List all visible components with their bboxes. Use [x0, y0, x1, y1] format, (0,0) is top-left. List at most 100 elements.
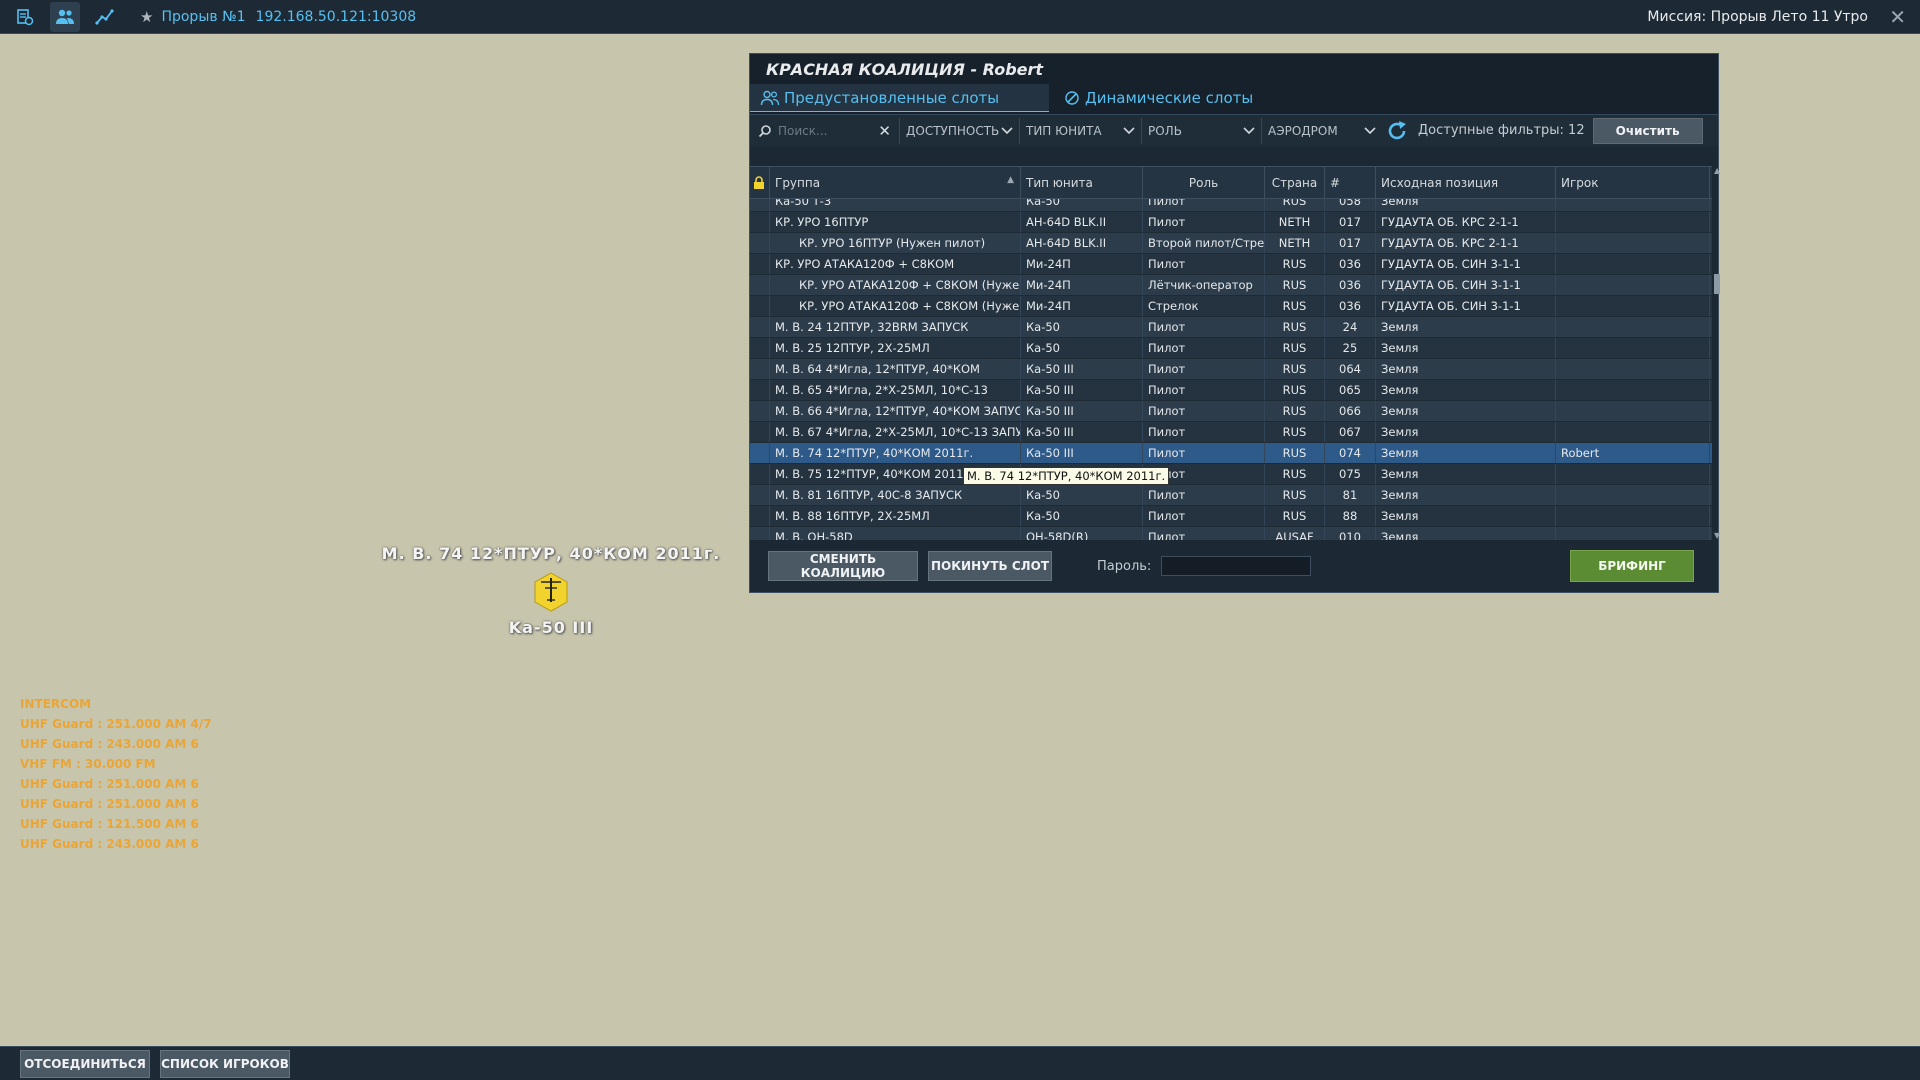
change-coalition-button[interactable]: СМЕНИТЬ КОАЛИЦИЮ: [768, 551, 918, 581]
search-box: ✕: [754, 117, 900, 144]
cell-unit-type: Ка-50 III: [1021, 443, 1143, 463]
cell-unit-type: Ка-50: [1021, 199, 1143, 211]
table-row[interactable]: М. В. 81 16ПТУР, 40С-8 ЗАПУСК Ка-50 Пилот R…: [750, 485, 1712, 506]
cell-role: Пилот: [1143, 527, 1265, 540]
table-scrollbar[interactable]: ▲ ▼: [1714, 166, 1720, 540]
filter-bar: ✕ ДОСТУПНОСТЬ ТИП ЮНИТА РОЛЬ АЭРОДРОМ До…: [750, 114, 1718, 146]
lock-cell: [750, 359, 770, 379]
table-row[interactable]: М. В. 74 12*ПТУР, 40*КОМ 2011г. Ка-50 III…: [750, 443, 1712, 464]
map-unit-type-label: Ka-50 III: [508, 618, 594, 637]
briefing-button[interactable]: БРИФИНГ: [1570, 550, 1694, 582]
cell-group: Ка-50 Т-3: [770, 199, 1021, 211]
cell-country: RUS: [1265, 199, 1325, 211]
cell-player: [1556, 233, 1710, 253]
slot-tabs: Предустановленные слоты Динамические сло…: [750, 84, 1718, 114]
disconnect-button[interactable]: ОТСОЕДИНИТЬСЯ: [20, 1049, 150, 1078]
column-header-unit-type[interactable]: Тип юнита: [1021, 167, 1143, 199]
search-input[interactable]: [778, 123, 878, 138]
table-row[interactable]: М. В. 65 4*Игла, 2*Х-25МЛ, 10*С-13 Ка-50 …: [750, 380, 1712, 401]
graph-icon[interactable]: [90, 2, 120, 32]
filter-unit-type-dropdown[interactable]: ТИП ЮНИТА: [1020, 117, 1142, 144]
cell-start-position: Земля: [1376, 359, 1556, 379]
table-row[interactable]: Ка-50 Т-3 Ка-50 Пилот RUS 058 Земля: [750, 199, 1712, 212]
cell-country: RUS: [1265, 485, 1325, 505]
filter-airfield-dropdown[interactable]: АЭРОДРОМ: [1262, 118, 1382, 144]
cell-start-position: ГУДАУТА ОБ. КРС 2-1-1: [1376, 212, 1556, 232]
table-row[interactable]: М. В. 67 4*Игла, 2*Х-25МЛ, 10*С-13 ЗАПУС…: [750, 422, 1712, 443]
refresh-icon[interactable]: [1382, 120, 1412, 142]
cell-group: М. В. 65 4*Игла, 2*Х-25МЛ, 10*С-13: [770, 380, 1021, 400]
lock-cell: [750, 317, 770, 337]
leave-slot-button[interactable]: ПОКИНУТЬ СЛОТ: [928, 551, 1052, 581]
column-header-role[interactable]: Роль: [1143, 167, 1265, 199]
table-row[interactable]: КР. УРО АТАКА120Ф + С8КОМ (Нужен пилот)М…: [750, 296, 1712, 317]
lock-cell: [750, 275, 770, 295]
players-icon[interactable]: [50, 1, 80, 32]
clear-search-icon[interactable]: ✕: [878, 122, 891, 140]
helicopter-marker-icon[interactable]: [533, 572, 569, 616]
slot-selection-panel: КРАСНАЯ КОАЛИЦИЯ - Robert Предустановлен…: [749, 53, 1720, 593]
lock-cell: [750, 485, 770, 505]
column-header-start-position[interactable]: Исходная позиция: [1376, 167, 1556, 199]
cell-unit-type: Ка-50 III: [1021, 359, 1143, 379]
cell-number: 066: [1325, 401, 1376, 421]
tab-label: Динамические слоты: [1085, 89, 1254, 107]
close-icon[interactable]: ✕: [1889, 5, 1906, 29]
cell-player: [1556, 338, 1710, 358]
filter-availability-dropdown[interactable]: ДОСТУПНОСТЬ: [900, 117, 1020, 144]
filter-role-dropdown[interactable]: РОЛЬ: [1142, 117, 1262, 144]
password-input[interactable]: [1161, 556, 1312, 576]
cell-start-position: ГУДАУТА ОБ. СИН 3-1-1: [1376, 275, 1556, 295]
scroll-down-icon[interactable]: ▼: [1714, 531, 1720, 540]
lock-column-header[interactable]: [750, 167, 770, 199]
tab-preset-slots[interactable]: Предустановленные слоты: [750, 84, 1049, 112]
cell-start-position: Земля: [1376, 527, 1556, 540]
column-header-group[interactable]: Группа ▲: [770, 167, 1021, 199]
chevron-down-icon: [1123, 126, 1135, 134]
table-row[interactable]: КР. УРО 16ПТУР AH-64D BLK.II Пилот NETH 017 Г…: [750, 212, 1712, 233]
cell-number: 065: [1325, 380, 1376, 400]
player-list-button[interactable]: СПИСОК ИГРОКОВ: [160, 1049, 290, 1078]
cell-player: [1556, 254, 1710, 274]
scroll-up-icon[interactable]: ▲: [1714, 166, 1720, 175]
table-row[interactable]: КР. УРО АТАКА120Ф + С8КОМ (Нужен пилот)М…: [750, 275, 1712, 296]
tab-dynamic-slots[interactable]: Динамические слоты: [1049, 84, 1349, 112]
table-row[interactable]: М. В. 24 12ПТУР, 32BRM ЗАПУСК Ка-50 Пилот R…: [750, 317, 1712, 338]
cell-start-position: Земля: [1376, 199, 1556, 211]
table-row[interactable]: М. В. 64 4*Игла, 12*ПТУР, 40*КОМ Ка-50 II…: [750, 359, 1712, 380]
cell-role: Пилот: [1143, 485, 1265, 505]
column-header-number[interactable]: #: [1325, 167, 1376, 199]
lock-cell: [750, 464, 770, 484]
radio-line: VHF FM : 30.000 FM: [20, 757, 156, 771]
clear-filters-button[interactable]: Очистить: [1592, 117, 1703, 144]
tab-label: Предустановленные слоты: [784, 88, 1000, 107]
dynamic-slot-icon: [1065, 91, 1079, 105]
lock-cell: [750, 506, 770, 526]
cell-group: КР. УРО АТАКА120Ф + С8КОМ: [770, 254, 1021, 274]
lock-cell: [750, 422, 770, 442]
column-header-country[interactable]: Страна: [1265, 167, 1325, 199]
cell-country: RUS: [1265, 464, 1325, 484]
table-row[interactable]: КР. УРО АТАКА120Ф + С8КОМ Ми-24П Пилот RUS 0…: [750, 254, 1712, 275]
table-row[interactable]: М. В. ОН-58D OH-58D(R) Пилот AUSAF 010 Земля: [750, 527, 1712, 540]
cell-unit-type: Ка-50: [1021, 506, 1143, 526]
table-row[interactable]: КР. УРО 16ПТУР (Нужен пилот) AH-64D BLK.I…: [750, 233, 1712, 254]
cell-start-position: ГУДАУТА ОБ. КРС 2-1-1: [1376, 233, 1556, 253]
server-settings-icon[interactable]: [10, 2, 40, 32]
dropdown-label: ДОСТУПНОСТЬ: [906, 123, 1000, 138]
favorite-star-icon[interactable]: ★: [140, 8, 153, 26]
table-row[interactable]: М. В. 75 12*ПТУР, 40*КОМ 2011г.Ка-50 III…: [750, 464, 1712, 485]
server-ip: 192.168.50.121:10308: [255, 8, 417, 25]
table-row[interactable]: М. В. 66 4*Игла, 12*ПТУР, 40*КОМ ЗАПУСК К…: [750, 401, 1712, 422]
table-row[interactable]: М. В. 88 16ПТУР, 2Х-25МЛ Ка-50 Пилот RUS 88 З…: [750, 506, 1712, 527]
column-header-player[interactable]: Игрок: [1556, 167, 1710, 199]
dropdown-label: АЭРОДРОМ: [1268, 123, 1338, 138]
cell-role: Пилот: [1143, 359, 1265, 379]
cell-country: AUSAF: [1265, 527, 1325, 540]
cell-player: [1556, 275, 1710, 295]
cell-start-position: ГУДАУТА ОБ. СИН 3-1-1: [1376, 254, 1556, 274]
cell-country: RUS: [1265, 338, 1325, 358]
scroll-thumb[interactable]: [1714, 274, 1720, 294]
cell-country: RUS: [1265, 443, 1325, 463]
table-row[interactable]: М. В. 25 12ПТУР, 2Х-25МЛ Ка-50 Пилот RUS 25 З…: [750, 338, 1712, 359]
